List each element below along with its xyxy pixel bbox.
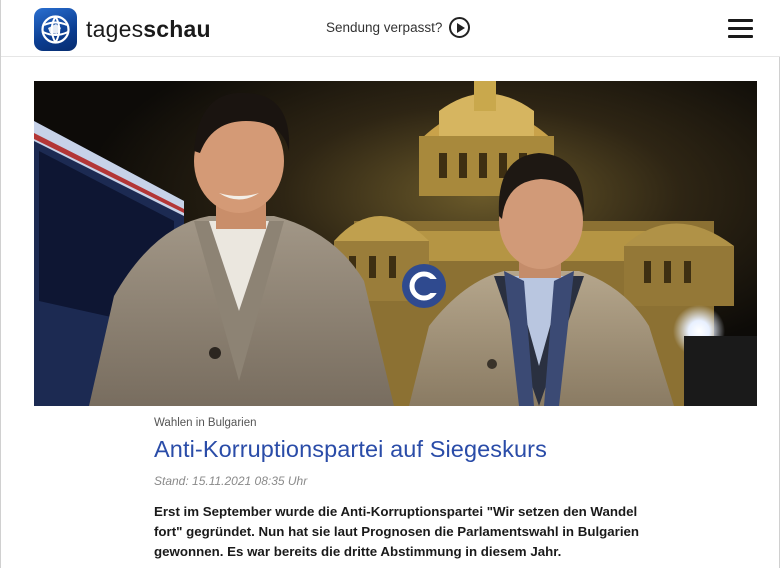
home-logo-link[interactable]: tagesschau — [34, 8, 211, 51]
missed-broadcast-link[interactable]: Sendung verpasst? — [326, 17, 471, 38]
hero-photo — [34, 81, 757, 406]
brand-wordmark-bold: schau — [143, 16, 211, 42]
tagesschau-globe-logo-icon — [34, 8, 77, 51]
page: tagesschau Sendung verpasst? Wahlen in B… — [0, 0, 780, 568]
play-circle-icon — [449, 17, 471, 38]
hamburger-menu-icon[interactable] — [728, 19, 753, 39]
article-headline-link[interactable]: Anti-Korruptionspartei auf Siegeskurs — [154, 436, 547, 463]
missed-broadcast-label: Sendung verpasst? — [326, 20, 443, 35]
article-hero-image[interactable] — [34, 81, 757, 406]
brand-wordmark-light: tages — [86, 16, 144, 42]
brand-wordmark: tagesschau — [86, 16, 211, 43]
article-teaser: Erst im September wurde die Anti-Korrupt… — [154, 504, 640, 559]
site-header: tagesschau Sendung verpasst? — [1, 0, 780, 57]
article-topline: Wahlen in Bulgarien — [154, 417, 257, 429]
article-timestamp: Stand: 15.11.2021 08:35 Uhr — [154, 474, 308, 488]
